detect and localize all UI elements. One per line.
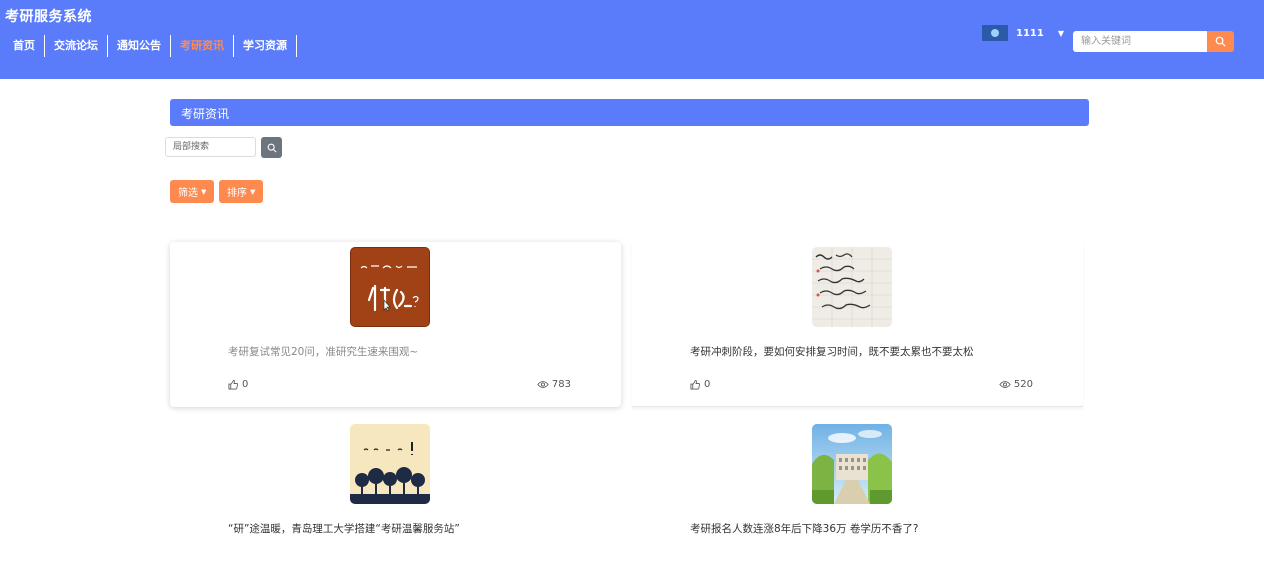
site-title: 考研服务系统 (5, 9, 92, 25)
nav-item-news[interactable]: 考研资讯 (171, 35, 234, 57)
eye-icon (999, 381, 1011, 388)
article-title[interactable]: “研”途温暖，青岛理工大学搭建“考研温馨服务站” (228, 521, 460, 536)
article-card[interactable]: 考研复试常见20问，准研究生速来围观~ 0 783 (170, 242, 621, 407)
article-title[interactable]: 考研复试常见20问，准研究生速来围观~ (228, 344, 418, 359)
chevron-down-icon[interactable]: ▼ (1058, 29, 1064, 38)
like-count[interactable]: 0 (690, 379, 710, 390)
local-search-button[interactable] (261, 137, 282, 158)
article-thumbnail[interactable] (812, 424, 892, 504)
nav-item-home[interactable]: 首页 (4, 35, 45, 57)
search-button[interactable] (1207, 31, 1234, 52)
article-card[interactable]: “研”途温暖，青岛理工大学搭建“考研温馨服务站” (170, 419, 621, 584)
eye-icon (537, 381, 549, 388)
username[interactable]: 1111 (1016, 28, 1044, 39)
filter-dropdown-button[interactable]: 筛选 ▼ (170, 180, 215, 203)
article-thumbnail[interactable] (350, 424, 430, 504)
nav-item-resources[interactable]: 学习资源 (234, 35, 297, 57)
top-header: 考研服务系统 首页 交流论坛 通知公告 考研资讯 学习资源 1111 ▼ (0, 0, 1264, 79)
section-title: 考研资讯 (181, 107, 230, 121)
avatar[interactable] (982, 25, 1008, 41)
nav-item-forum[interactable]: 交流论坛 (45, 35, 108, 57)
campus-building-image (812, 424, 892, 504)
sort-label: 排序 (227, 188, 247, 199)
global-search (1073, 31, 1234, 52)
search-icon (1215, 36, 1226, 47)
view-count-value: 520 (1013, 379, 1033, 390)
article-title[interactable]: 考研报名人数连涨8年后下降36万 卷学历不香了? (690, 521, 918, 536)
thumbs-up-icon[interactable] (690, 379, 701, 390)
article-title[interactable]: 考研冲刺阶段，要如何安排复习时间，既不要太累也不要太松 (690, 344, 974, 359)
caret-down-icon: ▼ (250, 187, 256, 196)
like-count-value: 0 (242, 379, 249, 390)
nav-item-notices[interactable]: 通知公告 (108, 35, 171, 57)
article-thumbnail[interactable] (350, 247, 430, 327)
notepad-handwriting-image (812, 247, 892, 327)
sort-dropdown-button[interactable]: 排序 ▼ (219, 180, 264, 203)
filter-label: 筛选 (178, 188, 198, 199)
article-thumbnail[interactable] (812, 247, 892, 327)
view-count: 520 (999, 379, 1033, 390)
view-count-value: 783 (551, 379, 571, 390)
view-count: 783 (537, 379, 571, 390)
user-menu[interactable]: 1111 ▼ (982, 25, 1064, 41)
trees-silhouette-image (350, 424, 430, 504)
main-nav: 首页 交流论坛 通知公告 考研资讯 学习资源 (4, 35, 297, 57)
search-input[interactable] (1073, 31, 1207, 52)
article-card[interactable]: 考研冲刺阶段，要如何安排复习时间，既不要太累也不要太松 0 520 (632, 242, 1083, 407)
like-count-value: 0 (704, 379, 711, 390)
section-header: 考研资讯 (170, 99, 1089, 126)
like-count[interactable]: 0 (228, 379, 248, 390)
caret-down-icon: ▼ (201, 187, 207, 196)
red-handwriting-image (351, 248, 429, 326)
article-card[interactable]: 考研报名人数连涨8年后下降36万 卷学历不香了? (632, 419, 1083, 584)
local-search-input[interactable] (165, 137, 256, 157)
search-icon (267, 143, 277, 153)
thumbs-up-icon[interactable] (228, 379, 239, 390)
